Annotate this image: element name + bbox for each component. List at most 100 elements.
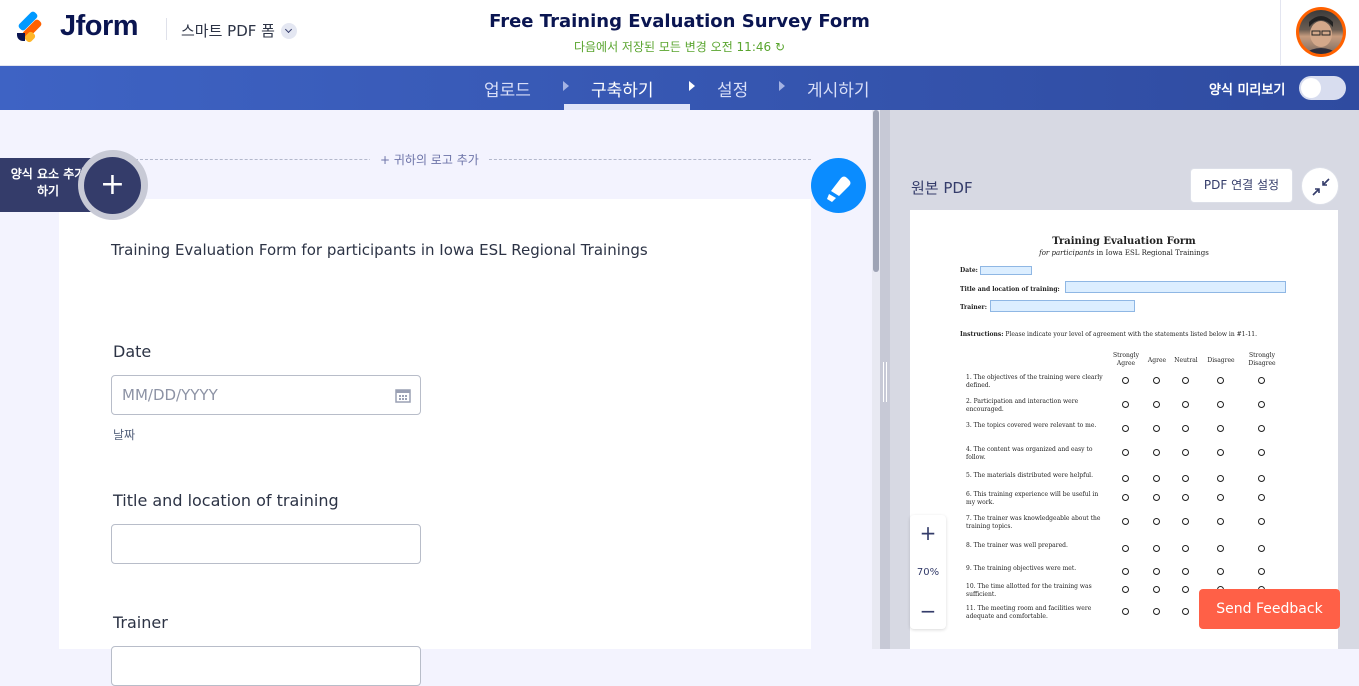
- send-feedback-button[interactable]: Send Feedback: [1199, 589, 1340, 629]
- pdf-radio-option[interactable]: [1153, 494, 1160, 501]
- avatar[interactable]: [1296, 7, 1346, 57]
- pdf-date-label: Date:: [960, 267, 978, 274]
- pdf-radio-option[interactable]: [1122, 545, 1129, 552]
- pdf-radio-option[interactable]: [1153, 425, 1160, 432]
- pdf-radio-option[interactable]: [1182, 449, 1189, 456]
- date-input[interactable]: [112, 376, 420, 414]
- pdf-radio-option[interactable]: [1153, 475, 1160, 482]
- pdf-title-field[interactable]: [1065, 281, 1286, 293]
- pdf-radio-option[interactable]: [1153, 568, 1160, 575]
- resize-grip-icon[interactable]: [883, 362, 887, 402]
- tab-build[interactable]: 구축하기: [591, 76, 654, 101]
- date-field[interactable]: [111, 375, 421, 415]
- pdf-radio-option[interactable]: [1258, 449, 1265, 456]
- pdf-radio-option[interactable]: [1122, 377, 1129, 384]
- pdf-radio-option[interactable]: [1182, 425, 1189, 432]
- pdf-radio-option[interactable]: [1182, 475, 1189, 482]
- pdf-radio-option[interactable]: [1258, 475, 1265, 482]
- tab-settings[interactable]: 설정: [717, 76, 748, 101]
- saved-status: 다음에서 저장된 모든 변경 오전 11:46 ↻: [0, 38, 1359, 55]
- pdf-radio-option[interactable]: [1217, 401, 1224, 408]
- pdf-radio-option[interactable]: [1217, 425, 1224, 432]
- pdf-radio-option[interactable]: [1122, 475, 1129, 482]
- pdf-radio-option[interactable]: [1122, 449, 1129, 456]
- pdf-radio-option[interactable]: [1153, 449, 1160, 456]
- pdf-date-field[interactable]: [980, 266, 1032, 275]
- pdf-radio-option[interactable]: [1217, 377, 1224, 384]
- pdf-radio-option[interactable]: [1153, 377, 1160, 384]
- chevron-right-icon: [689, 81, 695, 91]
- pdf-statement-row: 11. The meeting room and facilities were…: [966, 605, 1092, 620]
- pdf-radio-option[interactable]: [1217, 494, 1224, 501]
- pdf-radio-option[interactable]: [1182, 586, 1189, 593]
- pdf-radio-option[interactable]: [1217, 518, 1224, 525]
- title-location-field[interactable]: [111, 524, 421, 564]
- calendar-icon[interactable]: [395, 388, 411, 403]
- form-intro-text[interactable]: Training Evaluation Form for participant…: [111, 241, 648, 259]
- pdf-radio-option[interactable]: [1122, 494, 1129, 501]
- pdf-subtitle-rest: in Iowa ESL Regional Trainings: [1094, 249, 1209, 257]
- pdf-radio-option[interactable]: [1182, 545, 1189, 552]
- pdf-radio-option[interactable]: [1258, 425, 1265, 432]
- scrollbar-thumb[interactable]: [873, 110, 879, 272]
- tab-upload[interactable]: 업로드: [484, 76, 531, 101]
- collapse-button[interactable]: [1301, 167, 1339, 205]
- top-bar: Jform 스마트 PDF 폼 Free Training Evaluation…: [0, 0, 1359, 66]
- refresh-icon[interactable]: ↻: [775, 40, 785, 54]
- pdf-radio-option[interactable]: [1182, 568, 1189, 575]
- form-title[interactable]: Free Training Evaluation Survey Form: [0, 11, 1359, 32]
- pdf-radio-option[interactable]: [1258, 568, 1265, 575]
- pdf-radio-option[interactable]: [1153, 545, 1160, 552]
- title-location-label[interactable]: Title and location of training: [113, 491, 339, 510]
- form-designer-button[interactable]: [811, 158, 866, 213]
- pdf-radio-option[interactable]: [1122, 401, 1129, 408]
- pdf-radio-option[interactable]: [1182, 377, 1189, 384]
- add-logo-link[interactable]: + 귀하의 로고 추가: [370, 151, 489, 168]
- pdf-radio-option[interactable]: [1153, 401, 1160, 408]
- pdf-radio-option[interactable]: [1217, 475, 1224, 482]
- pdf-radio-option[interactable]: [1182, 494, 1189, 501]
- pdf-radio-option[interactable]: [1153, 518, 1160, 525]
- pdf-radio-option[interactable]: [1122, 568, 1129, 575]
- pdf-radio-option[interactable]: [1217, 568, 1224, 575]
- date-sublabel[interactable]: 날짜: [113, 426, 135, 443]
- pdf-trainer-field[interactable]: [990, 300, 1135, 312]
- plus-icon[interactable]: +: [84, 157, 141, 214]
- pdf-radio-option[interactable]: [1122, 518, 1129, 525]
- pdf-radio-option[interactable]: [1182, 608, 1189, 615]
- pdf-radio-option[interactable]: [1217, 545, 1224, 552]
- date-label[interactable]: Date: [113, 342, 151, 361]
- pdf-radio-option[interactable]: [1182, 401, 1189, 408]
- pdf-radio-option[interactable]: [1258, 494, 1265, 501]
- pdf-statement-row: 5. The materials distributed were helpfu…: [966, 472, 1094, 479]
- collapse-icon: [1312, 178, 1330, 196]
- pdf-statement-row: 4. The content was organized and easy to…: [966, 446, 1093, 461]
- trainer-field[interactable]: [111, 646, 421, 686]
- pdf-radio-option[interactable]: [1258, 401, 1265, 408]
- pdf-link-settings-button[interactable]: PDF 연결 설정: [1190, 168, 1293, 203]
- tab-publish[interactable]: 게시하기: [807, 76, 870, 101]
- pdf-scale-header: Disagree: [1207, 357, 1235, 364]
- pdf-radio-option[interactable]: [1122, 608, 1129, 615]
- pdf-page: Training Evaluation Form for participant…: [910, 210, 1338, 649]
- pdf-radio-option[interactable]: [1182, 518, 1189, 525]
- pdf-radio-option[interactable]: [1153, 608, 1160, 615]
- preview-toggle[interactable]: [1299, 76, 1346, 100]
- pdf-radio-option[interactable]: [1122, 586, 1129, 593]
- trainer-input[interactable]: [112, 647, 420, 685]
- trainer-label[interactable]: Trainer: [113, 613, 168, 632]
- pdf-radio-option[interactable]: [1153, 586, 1160, 593]
- zoom-in-button[interactable]: +: [910, 521, 946, 545]
- zoom-out-button[interactable]: −: [910, 599, 946, 623]
- pdf-instructions: Instructions: Please indicate your level…: [960, 331, 1257, 338]
- saved-status-text: 다음에서 저장된 모든 변경 오전 11:46: [573, 40, 772, 54]
- pdf-statement-row: 8. The trainer was well prepared.: [966, 542, 1068, 549]
- pdf-radio-option[interactable]: [1258, 377, 1265, 384]
- pdf-radio-option[interactable]: [1258, 518, 1265, 525]
- pdf-radio-option[interactable]: [1258, 545, 1265, 552]
- zoom-control: + 70% −: [910, 515, 946, 629]
- pdf-radio-option[interactable]: [1122, 425, 1129, 432]
- title-location-input[interactable]: [112, 525, 420, 563]
- pdf-radio-option[interactable]: [1217, 449, 1224, 456]
- pdf-statement-row: 7. The trainer was knowledgeable about t…: [966, 515, 1101, 530]
